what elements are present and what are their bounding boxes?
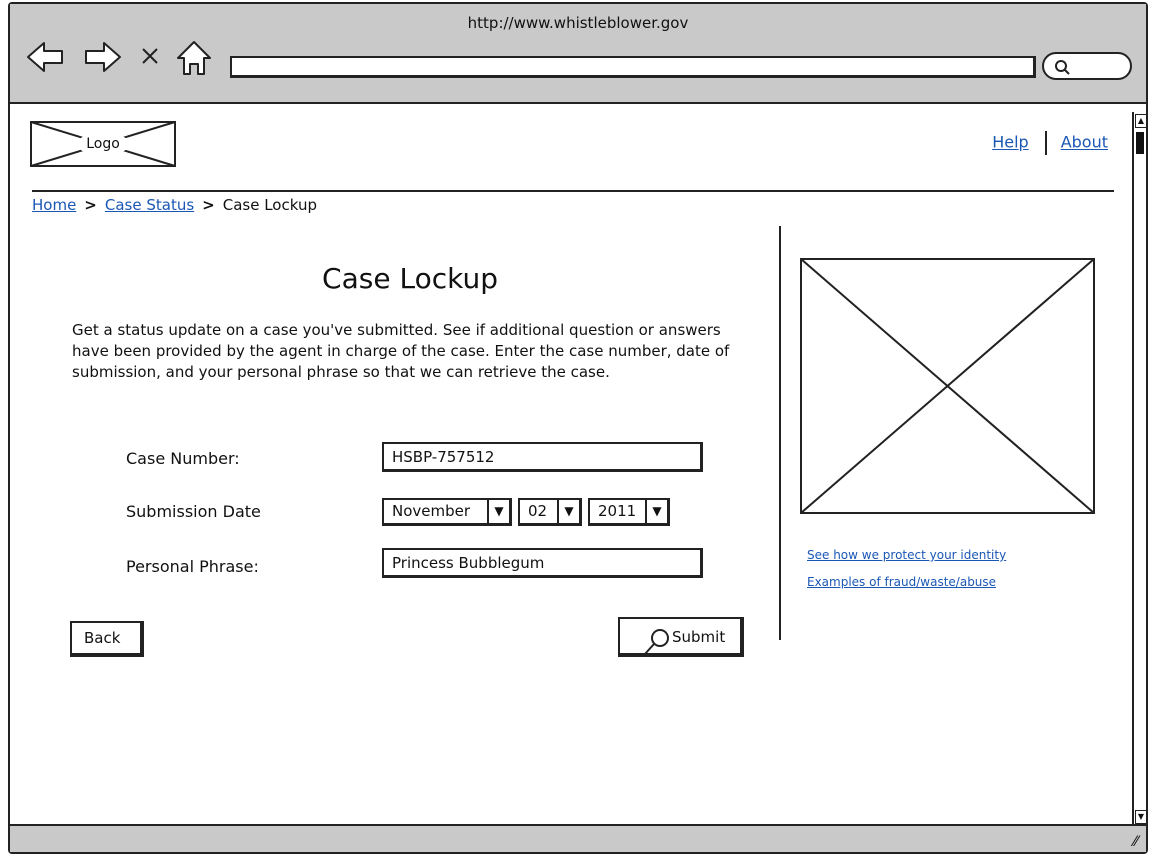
case-number-input[interactable]: HSBP-757512 <box>382 442 703 472</box>
personal-phrase-input[interactable]: Princess Bubblegum <box>382 548 703 578</box>
chevron-down-icon: ▼ <box>645 500 667 523</box>
link-divider <box>1044 131 1047 155</box>
logo[interactable]: Logo <box>30 121 176 167</box>
scroll-down-icon[interactable]: ▼ <box>1135 810 1147 824</box>
back-arrow-icon[interactable] <box>26 40 66 78</box>
browser-chrome: http://www.whistleblower.gov <box>10 4 1146 104</box>
close-icon[interactable] <box>140 46 160 70</box>
case-number-label: Case Number: <box>126 449 240 468</box>
about-link[interactable]: About <box>1061 133 1108 152</box>
day-select[interactable]: 02 ▼ <box>518 498 582 526</box>
submit-button[interactable]: Submit <box>618 617 744 657</box>
browser-window: http://www.whistleblower.gov Logo Help Ab… <box>8 2 1148 854</box>
vertical-scrollbar[interactable]: ▲ ▼ <box>1132 112 1147 826</box>
scroll-up-icon[interactable]: ▲ <box>1135 114 1147 128</box>
top-links: Help About <box>992 131 1108 155</box>
help-link[interactable]: Help <box>992 133 1028 152</box>
forward-arrow-icon[interactable] <box>82 40 122 78</box>
chevron-down-icon: ▼ <box>557 500 579 523</box>
page-title: Case Lockup <box>322 262 498 295</box>
submission-date-label: Submission Date <box>126 502 261 521</box>
breadcrumb-case-status[interactable]: Case Status <box>105 196 194 214</box>
browser-search-button[interactable] <box>1042 52 1132 80</box>
back-button[interactable]: Back <box>70 621 144 657</box>
resize-grip-icon[interactable]: ⁄⁄ <box>1133 834 1138 850</box>
personal-phrase-label: Personal Phrase: <box>126 557 259 576</box>
fraud-examples-link[interactable]: Examples of fraud/waste/abuse <box>807 569 1006 596</box>
logo-label: Logo <box>78 136 128 152</box>
intro-text: Get a status update on a case you've sub… <box>72 321 730 381</box>
back-button-label: Back <box>84 629 121 647</box>
window-url-title: http://www.whistleblower.gov <box>467 14 689 32</box>
breadcrumb-home[interactable]: Home <box>32 196 76 214</box>
scroll-thumb[interactable] <box>1136 132 1144 154</box>
year-value: 2011 <box>598 502 637 520</box>
status-bar: ⁄⁄ <box>10 824 1146 852</box>
breadcrumb-separator: > <box>84 196 97 214</box>
image-placeholder <box>800 258 1095 514</box>
address-bar[interactable] <box>230 56 1036 78</box>
month-value: November <box>392 502 471 520</box>
year-select[interactable]: 2011 ▼ <box>588 498 670 526</box>
content-divider <box>779 226 781 640</box>
protect-identity-link[interactable]: See how we protect your identity <box>807 542 1006 569</box>
home-icon[interactable] <box>174 38 214 82</box>
month-select[interactable]: November ▼ <box>382 498 512 526</box>
breadcrumb: Home > Case Status > Case Lockup <box>32 196 317 214</box>
header-divider <box>32 190 1114 192</box>
sidebar-links: See how we protect your identity Example… <box>807 542 1006 596</box>
submit-button-label: Submit <box>672 628 726 646</box>
breadcrumb-current: Case Lockup <box>222 196 317 214</box>
day-value: 02 <box>528 502 548 520</box>
breadcrumb-separator: > <box>202 196 215 214</box>
chevron-down-icon: ▼ <box>487 500 509 523</box>
